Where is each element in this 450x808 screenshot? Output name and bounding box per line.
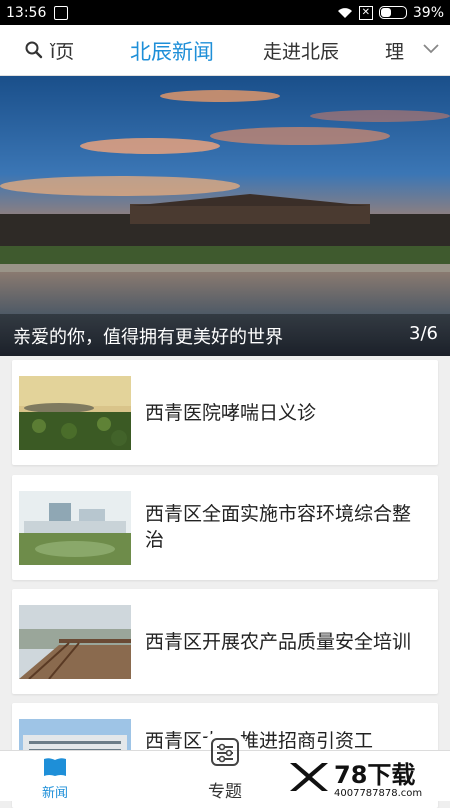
search-icon[interactable]	[24, 40, 44, 60]
sim-off-icon: ✕	[358, 5, 373, 20]
news-thumbnail	[19, 605, 131, 679]
news-title-line2: 治	[145, 529, 165, 551]
watermark-brand: 78下载	[334, 761, 415, 789]
tab-walk-into-beichen[interactable]: 走进北辰	[263, 37, 339, 64]
news-title: 西青区开展农产品质量安全培训	[145, 631, 412, 653]
watermark-logo: 78下载 4007787878.com	[282, 755, 450, 800]
book-icon	[44, 758, 66, 776]
banner-carousel[interactable]: 亲爱的你，值得拥有更美好的世界 3/6	[0, 76, 450, 356]
news-title: 西青区全面实施市容环境综合整治	[145, 501, 430, 553]
news-item[interactable]: 西青区全面实施市容环境综合整治	[12, 475, 438, 580]
bottom-tab-news-label: 新闻	[41, 786, 68, 801]
bottom-tab-topic[interactable]: 专题	[195, 738, 255, 802]
status-bar: 13:56 ✕ 39%	[0, 0, 450, 25]
news-item[interactable]: 西青医院哮喘日义诊	[12, 360, 438, 465]
tab-home[interactable]: ǐ页	[50, 37, 74, 64]
news-thumbnail	[19, 491, 131, 565]
banner-caption-bar: 亲爱的你，值得拥有更美好的世界 3/6	[0, 314, 450, 356]
topic-icon	[211, 738, 239, 766]
clock: 13:56	[6, 4, 47, 21]
news-thumbnail	[19, 376, 131, 450]
bottom-tab-topic-label: 专题	[208, 782, 242, 802]
battery-level	[380, 8, 391, 17]
chevron-down-icon[interactable]	[421, 41, 441, 57]
bottom-tab-news[interactable]: 新闻	[30, 751, 80, 801]
notification-icon	[54, 5, 69, 20]
news-title: 西青医院哮喘日义诊	[145, 402, 317, 424]
banner-page-counter: 3/6	[409, 323, 438, 344]
banner-caption: 亲爱的你，值得拥有更美好的世界	[13, 327, 283, 348]
news-item[interactable]: 西青区开展农产品质量安全培训	[12, 589, 438, 694]
status-icons: ✕ 39%	[337, 5, 444, 21]
wifi-icon	[337, 7, 352, 18]
tab-beichen-news[interactable]: 北辰新闻	[130, 36, 214, 66]
news-title-line1: 西青区全面实施市容环境综合整	[145, 503, 412, 525]
battery-percent: 39%	[412, 4, 444, 21]
top-tab-bar: ǐ页 北辰新闻 走进北辰 理	[0, 25, 450, 76]
tab-management[interactable]: 理	[385, 37, 404, 64]
battery-icon	[378, 6, 407, 19]
78-download-logo-icon: 78下载 4007787878.com	[282, 755, 450, 800]
watermark-url: 4007787878.com	[334, 788, 422, 799]
